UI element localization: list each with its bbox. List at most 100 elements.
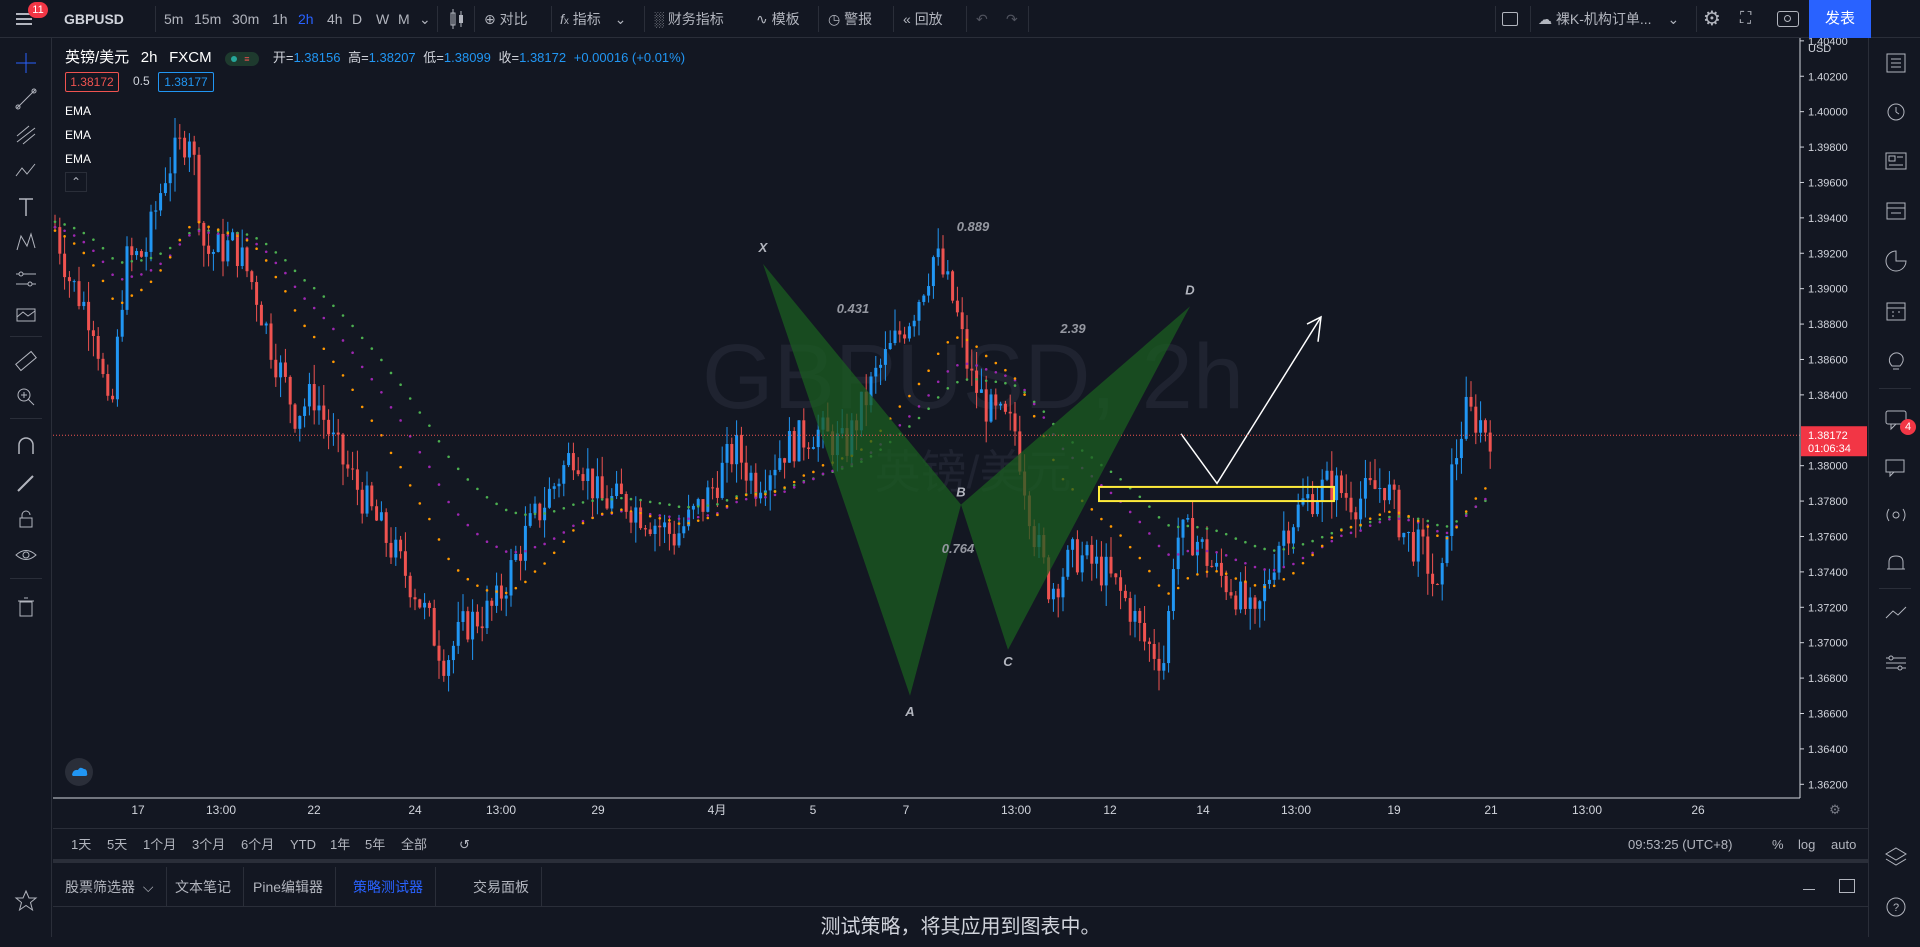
legend-title[interactable]: 英镑/美元 (65, 49, 129, 66)
minimize-panel-icon[interactable] (1803, 889, 1815, 890)
candle-body (936, 248, 940, 258)
candle-body (720, 462, 724, 498)
lock-icon[interactable] (13, 506, 39, 532)
chart-area[interactable]: GBPUSD, 2h 英镑/美元 X A B C D 0.889 0.431 2.39 0.764 1… (53, 38, 1868, 817)
tab-3[interactable]: 策略测试器 (341, 867, 436, 907)
alarm-clock-icon[interactable] (1883, 98, 1909, 124)
interval-w[interactable]: W (376, 0, 389, 38)
news-icon[interactable] (1883, 148, 1909, 174)
dom-icon[interactable] (1883, 650, 1909, 676)
sell-price-box[interactable]: 1.38172 (65, 72, 119, 92)
range-2[interactable]: 1个月 (143, 829, 176, 860)
candle-body (634, 507, 638, 523)
ema-green-dot (485, 496, 489, 499)
pattern-icon[interactable] (13, 158, 39, 184)
messages-icon[interactable] (1883, 454, 1909, 480)
hotlist-icon[interactable] (1883, 248, 1909, 274)
interval-2h[interactable]: 2h (298, 0, 314, 38)
pencil-lock-icon[interactable] (13, 470, 39, 496)
interval-m[interactable]: M (398, 0, 410, 38)
magnet-icon[interactable] (13, 434, 39, 460)
symbol-search[interactable]: GBPUSD (64, 0, 124, 38)
price-chart[interactable]: GBPUSD, 2h英镑/美元XABCD0.8890.4312.390.7641… (53, 38, 1868, 817)
ema-legend-3[interactable]: EMA (65, 152, 91, 166)
publish-button[interactable]: 发表 (1809, 0, 1871, 38)
chevron-down-icon[interactable]: ⌄ (419, 0, 431, 38)
crosshair-icon[interactable] (13, 50, 39, 76)
alerts-button[interactable]: ◷ 警报 (828, 0, 872, 38)
replay-button[interactable]: « 回放 (903, 0, 943, 38)
tab-4[interactable]: 交易面板 (461, 867, 542, 907)
interval-30m[interactable]: 30m (232, 0, 259, 38)
templates-button[interactable]: ∿ 模板 (756, 0, 800, 38)
fullscreen-icon[interactable]: ⛶ (1740, 0, 1751, 38)
compare-button[interactable]: ⊕ 对比 (484, 0, 528, 38)
interval-1h[interactable]: 1h (272, 0, 288, 38)
interval-d[interactable]: D (352, 0, 362, 38)
candle-body (523, 525, 527, 561)
camera-icon[interactable] (1777, 11, 1799, 27)
range-3[interactable]: 3个月 (192, 829, 225, 860)
select-layout-icon[interactable] (1502, 12, 1518, 26)
ema-green-dot (284, 258, 287, 262)
percent-toggle[interactable]: % (1772, 829, 1784, 860)
xabcd-pattern-icon[interactable] (13, 230, 39, 256)
range-4[interactable]: 6个月 (241, 829, 274, 860)
clock-display[interactable]: 09:53:25 (UTC+8) (1628, 829, 1732, 860)
indicators-button[interactable]: fx 指标 ⌄ (560, 0, 626, 38)
ema-legend-2[interactable]: EMA (65, 128, 91, 142)
ema-purple-dot (1292, 562, 1295, 566)
zoom-icon[interactable] (13, 384, 39, 410)
interval-4h[interactable]: 4h (327, 0, 343, 38)
pitchfork-icon[interactable] (13, 122, 39, 148)
candles-icon[interactable] (448, 0, 466, 38)
range-8[interactable]: 全部 (401, 829, 427, 860)
tab-1[interactable]: 文本笔记 (163, 867, 244, 907)
ema-orange-dot (1397, 511, 1401, 515)
redo-icon[interactable]: ↷ (1006, 0, 1018, 38)
watchlist-icon[interactable] (1883, 50, 1909, 76)
forecast-icon[interactable] (13, 266, 39, 292)
eye-icon[interactable] (13, 542, 39, 568)
go-to-date-icon[interactable]: ↺ (459, 829, 470, 860)
ema-purple-dot (447, 500, 450, 504)
tab-2[interactable]: Pine编辑器 (241, 867, 337, 907)
range-0[interactable]: 1天 (71, 829, 91, 860)
data-window-icon[interactable] (1883, 198, 1909, 224)
maximize-panel-icon[interactable] (1839, 879, 1855, 893)
star-icon[interactable] (13, 888, 39, 914)
ideas-icon[interactable] (1883, 348, 1909, 374)
notifications-icon[interactable] (1883, 550, 1909, 576)
log-toggle[interactable]: log (1798, 829, 1815, 860)
range-6[interactable]: 1年 (330, 829, 350, 860)
ema-orange-dot (1378, 513, 1382, 517)
ema-green-dot (1282, 547, 1286, 551)
streams-icon[interactable] (1883, 502, 1909, 528)
help-icon[interactable]: ? (1883, 894, 1909, 920)
trash-icon[interactable] (13, 594, 39, 620)
auto-toggle[interactable]: auto (1831, 829, 1856, 860)
calendar-icon[interactable] (1883, 298, 1909, 324)
ema-legend-1[interactable]: EMA (65, 104, 91, 118)
trading-icon[interactable] (1883, 600, 1909, 626)
trend-line-icon[interactable] (13, 86, 39, 112)
ema-purple-dot (1205, 549, 1209, 553)
trading-view-logo[interactable] (65, 758, 93, 786)
range-1[interactable]: 5天 (107, 829, 127, 860)
interval-5m[interactable]: 5m (164, 0, 183, 38)
undo-icon[interactable]: ↶ (976, 0, 988, 38)
layout-selector[interactable]: ☁ 裸K-机构订单... ⌄ (1538, 0, 1679, 38)
ruler-icon[interactable] (13, 348, 39, 374)
interval-15m[interactable]: 15m (194, 0, 221, 38)
financials-button[interactable]: ░ 财务指标 (654, 0, 724, 38)
range-5[interactable]: YTD (290, 829, 316, 860)
text-icon[interactable] (13, 194, 39, 220)
range-7[interactable]: 5年 (365, 829, 385, 860)
brush-icon[interactable] (13, 302, 39, 328)
tab-0[interactable]: 股票筛选器 ⌵ (53, 867, 167, 907)
collapse-legend-button[interactable]: ⌃ (65, 172, 87, 192)
layers-icon[interactable] (1883, 844, 1909, 870)
gear-icon[interactable]: ⚙ (1703, 0, 1721, 38)
ema-green-dot (1311, 539, 1314, 543)
buy-price-box[interactable]: 1.38177 (158, 72, 214, 92)
